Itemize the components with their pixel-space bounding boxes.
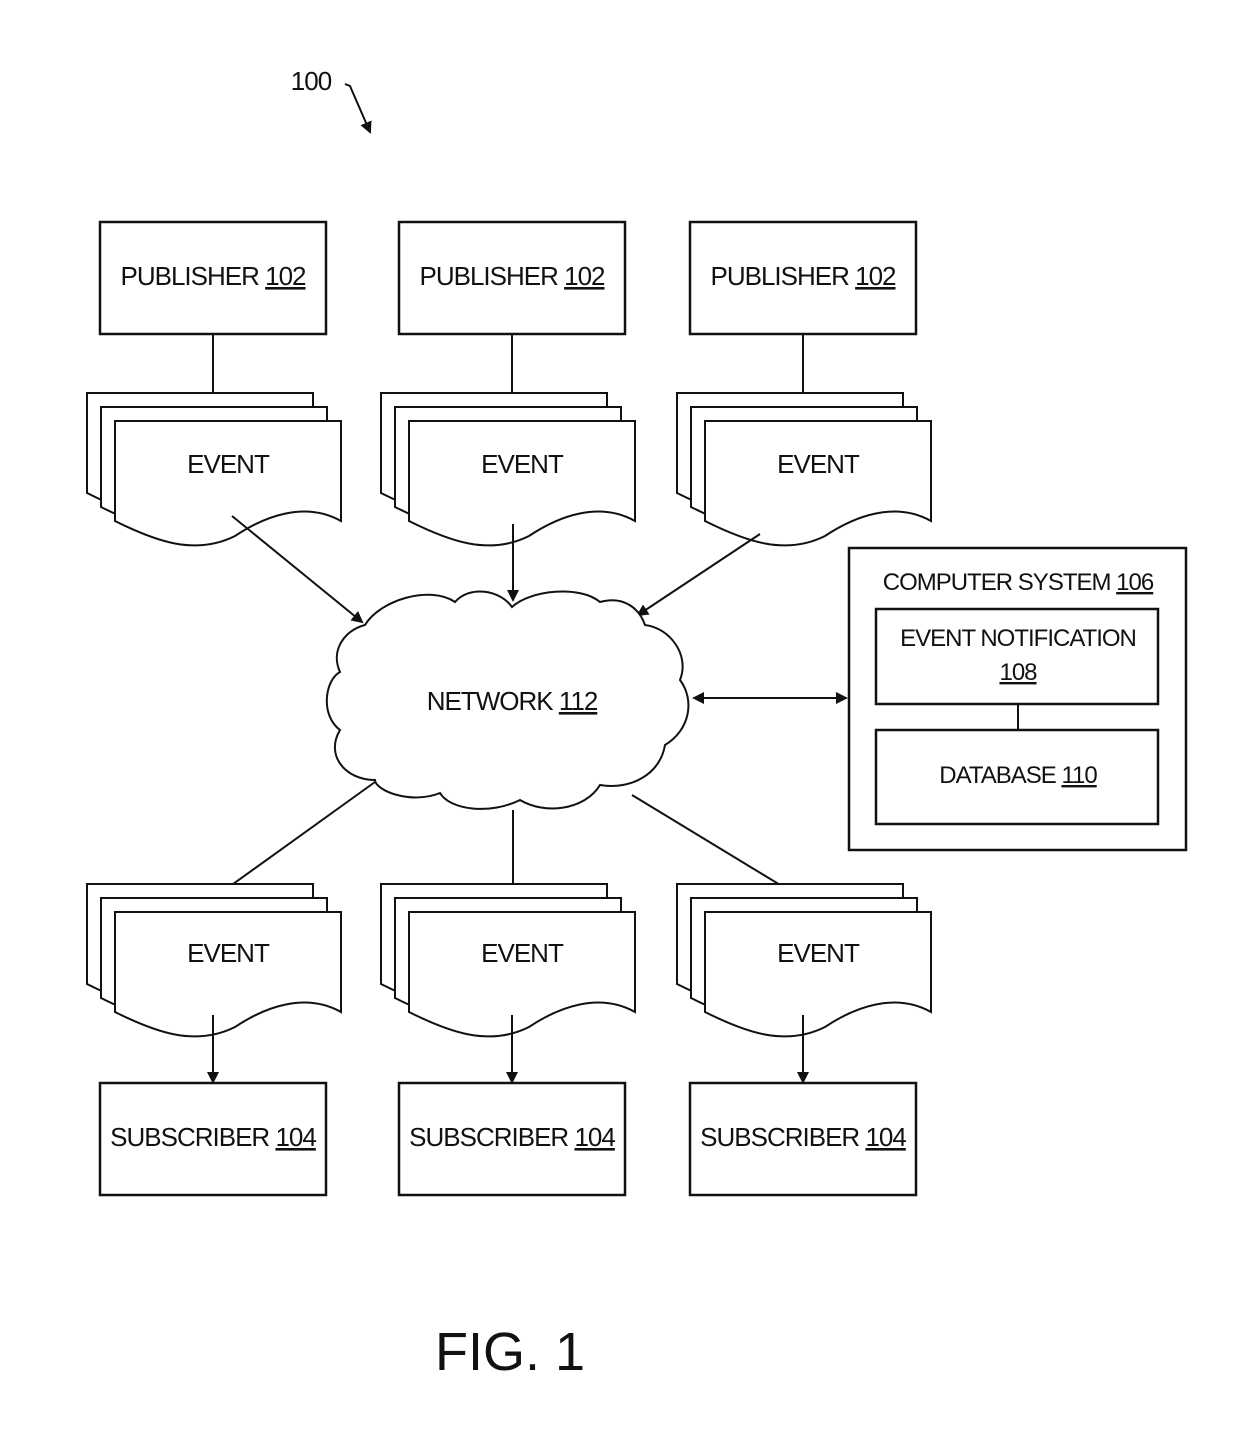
subscriber-box: SUBSCRIBER 104 [98, 1081, 328, 1197]
network-to-event-arrow [213, 781, 376, 899]
subscriber-box: SUBSCRIBER 104 [397, 1081, 627, 1197]
database-ref: 110 [1061, 762, 1097, 789]
svg-text:COMPUTER SYSTEM 106: COMPUTER SYSTEM 106 [883, 569, 1154, 596]
figure-caption: FIG. 1 [435, 1322, 585, 1382]
event-label: EVENT [187, 938, 270, 968]
event-notification-ref: 108 [999, 659, 1037, 686]
publisher-event-stack: EVENT [676, 392, 932, 547]
event-notification-label: EVENT NOTIFICATION [900, 625, 1136, 652]
network-cloud: NETWORK 112 [325, 590, 690, 810]
subscriber-label: SUBSCRIBER [110, 1122, 269, 1152]
publisher-ref: 102 [265, 261, 306, 291]
event-label: EVENT [187, 449, 270, 479]
subscriber-label: SUBSCRIBER [409, 1122, 568, 1152]
subscriber-event-stack: EVENT [86, 883, 342, 1038]
figure-reference-number: 100 [291, 66, 332, 96]
publisher-event-stack: EVENT [380, 392, 636, 547]
publisher-box: PUBLISHER 102 [98, 220, 328, 336]
subscriber-label: SUBSCRIBER [700, 1122, 859, 1152]
figure-reference-arrow [344, 83, 372, 134]
event-label: EVENT [481, 449, 564, 479]
publisher-label: PUBLISHER [419, 261, 558, 291]
subscriber-box: SUBSCRIBER 104 [688, 1081, 918, 1197]
database-box: DATABASE 110 [874, 728, 1160, 826]
subscriber-ref: 104 [865, 1122, 906, 1152]
publisher-ref: 102 [855, 261, 896, 291]
publisher-label: PUBLISHER [120, 261, 259, 291]
event-notification-box: EVENT NOTIFICATION 108 [874, 607, 1160, 706]
svg-text:PUBLISHER 102: PUBLISHER 102 [120, 261, 306, 291]
event-label: EVENT [481, 938, 564, 968]
publisher-ref: 102 [564, 261, 605, 291]
computer-system-label: COMPUTER SYSTEM [883, 569, 1111, 596]
svg-text:SUBSCRIBER 104: SUBSCRIBER 104 [110, 1122, 316, 1152]
publisher-box: PUBLISHER 102 [688, 220, 918, 336]
computer-system-ref: 106 [1116, 569, 1154, 596]
database-label: DATABASE [939, 762, 1055, 789]
network-ref: 112 [559, 686, 598, 716]
network-to-event-arrow [631, 794, 802, 899]
publisher-box: PUBLISHER 102 [397, 220, 627, 336]
figure-reference: 100 [291, 66, 372, 134]
svg-text:SUBSCRIBER 104: SUBSCRIBER 104 [700, 1122, 906, 1152]
subscriber-ref: 104 [574, 1122, 615, 1152]
publisher-label: PUBLISHER [710, 261, 849, 291]
diagram-canvas: 100 PUBLISHER 102 PUBLISHER 102 PUBLISHE… [86, 66, 1188, 1382]
event-label: EVENT [777, 449, 860, 479]
svg-text:SUBSCRIBER 104: SUBSCRIBER 104 [409, 1122, 615, 1152]
subscriber-event-stack: EVENT [676, 883, 932, 1038]
event-label: EVENT [777, 938, 860, 968]
svg-text:NETWORK 112: NETWORK 112 [427, 686, 598, 716]
subscriber-ref: 104 [275, 1122, 316, 1152]
computer-system-box: COMPUTER SYSTEM 106 EVENT NOTIFICATION 1… [847, 546, 1188, 852]
network-label: NETWORK [427, 686, 555, 716]
subscriber-event-stack: EVENT [380, 883, 636, 1038]
publisher-event-stack: EVENT [86, 392, 342, 547]
event-to-network-arrow [231, 515, 364, 624]
svg-text:PUBLISHER 102: PUBLISHER 102 [710, 261, 896, 291]
svg-text:PUBLISHER 102: PUBLISHER 102 [419, 261, 605, 291]
svg-text:DATABASE 110: DATABASE 110 [939, 762, 1097, 789]
event-to-network-arrow [636, 533, 761, 617]
